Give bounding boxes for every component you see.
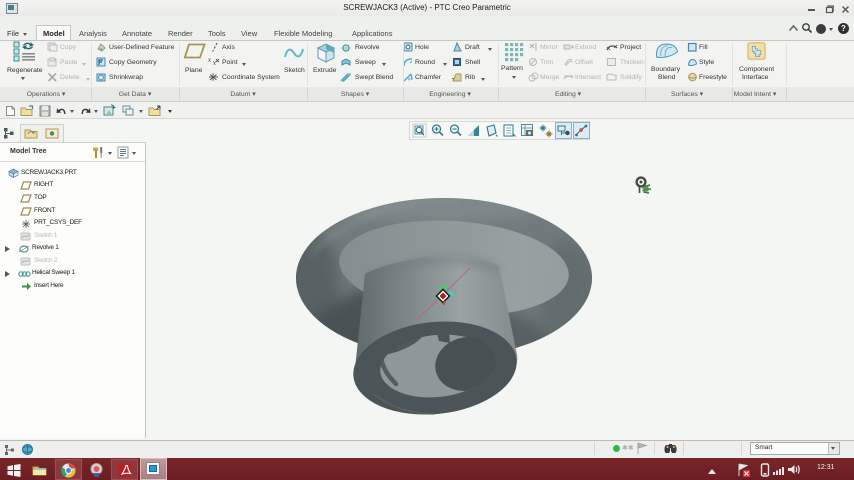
svg-text:x: x <box>213 61 216 67</box>
svg-text:x: x <box>208 58 211 64</box>
